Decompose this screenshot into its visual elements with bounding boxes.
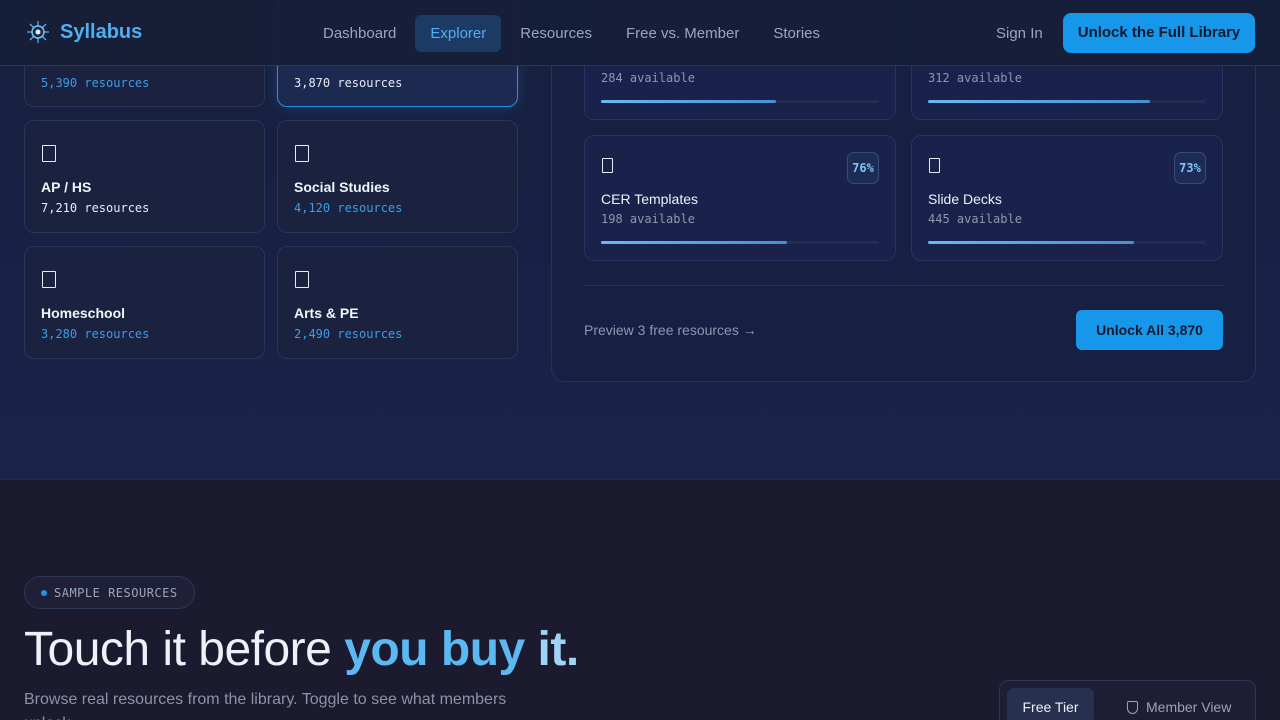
resource-available: 312 available: [928, 71, 1022, 85]
pill-label: SAMPLE RESOURCES: [54, 585, 178, 600]
shield-icon: [1127, 700, 1138, 714]
category-count: 5,390 resources: [41, 76, 150, 90]
brand[interactable]: Syllabus: [26, 20, 142, 44]
resource-available: 284 available: [601, 71, 695, 85]
section-subtext: Browse real resources from the library. …: [24, 691, 507, 720]
headline-text: Touch it before: [24, 623, 345, 676]
category-name: Social Studies: [294, 179, 390, 195]
nav-links: Dashboard Explorer Resources Free vs. Me…: [308, 15, 835, 52]
resource-card-slide-decks[interactable]: 73% Slide Decks 445 available: [911, 135, 1223, 261]
brand-logo-icon: [26, 20, 50, 44]
document-icon: [295, 145, 309, 162]
toggle-member-view[interactable]: Member View: [1127, 688, 1231, 720]
section-pill: SAMPLE RESOURCES: [24, 576, 195, 609]
progress-bar: [601, 241, 879, 244]
headline-accent: you buy: [344, 623, 538, 676]
category-count: 3,280 resources: [41, 327, 150, 341]
document-icon: [42, 271, 56, 288]
tier-toggle: Free Tier Member View: [999, 680, 1256, 720]
progress-bar: [928, 100, 1206, 103]
category-card-ap-hs[interactable]: AP / HS 7,210 resources: [24, 120, 265, 233]
category-card-social-studies[interactable]: Social Studies 4,120 resources: [277, 120, 518, 233]
document-icon: [42, 145, 56, 162]
preview-free-link[interactable]: Preview 3 free resources →: [584, 322, 757, 338]
brand-name: Syllabus: [60, 20, 143, 43]
category-count: 4,120 resources: [294, 201, 403, 215]
percent-badge: 73%: [1174, 152, 1206, 184]
nav-link-free-vs-member[interactable]: Free vs. Member: [611, 15, 754, 52]
toggle-member-label: Member View: [1146, 699, 1232, 715]
category-name: Homeschool: [41, 305, 126, 321]
nav-link-dashboard[interactable]: Dashboard: [308, 15, 411, 52]
progress-bar: [928, 241, 1206, 244]
nav-link-resources[interactable]: Resources: [505, 15, 607, 52]
document-icon: [295, 271, 309, 288]
unlock-all-button[interactable]: Unlock All 3,870: [1076, 310, 1223, 350]
top-nav: Syllabus Dashboard Explorer Resources Fr…: [0, 0, 1280, 66]
percent-badge: 76%: [847, 152, 879, 184]
section-headline: Touch it before you buy it.: [24, 622, 579, 677]
category-name: AP / HS: [41, 179, 92, 195]
resource-available: 198 available: [601, 212, 695, 226]
category-count: 3,870 resources: [294, 76, 403, 90]
category-name: Arts & PE: [294, 305, 359, 321]
nav-link-explorer[interactable]: Explorer: [415, 15, 502, 52]
dot-icon: [41, 589, 47, 596]
resource-name: Slide Decks: [928, 191, 1002, 207]
nav-link-stories[interactable]: Stories: [758, 15, 835, 52]
category-count: 2,490 resources: [294, 327, 403, 341]
resource-name: CER Templates: [601, 191, 699, 207]
category-card-arts-pe[interactable]: Arts & PE 2,490 resources: [277, 246, 518, 359]
document-icon: [602, 158, 613, 173]
toggle-free-tier[interactable]: Free Tier: [1007, 688, 1094, 720]
category-card-homeschool[interactable]: Homeschool 3,280 resources: [24, 246, 265, 359]
divider: [584, 285, 1223, 286]
resource-card-cer-templates[interactable]: 76% CER Templates 198 available: [584, 135, 896, 261]
progress-bar: [601, 100, 879, 103]
headline-accent-end: it.: [537, 623, 580, 676]
document-icon: [929, 158, 940, 173]
category-count: 7,210 resources: [41, 201, 150, 215]
sign-in-link[interactable]: Sign In: [996, 25, 1043, 42]
resource-available: 445 available: [928, 212, 1022, 226]
unlock-library-button[interactable]: Unlock the Full Library: [1063, 13, 1255, 53]
